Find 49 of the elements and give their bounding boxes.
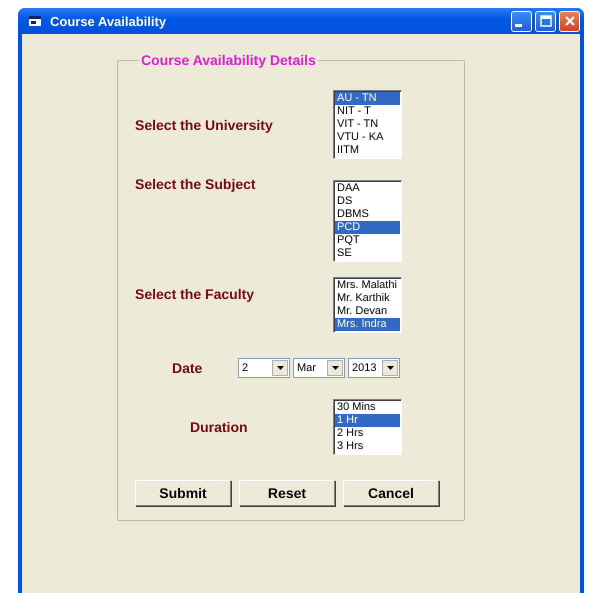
field-label: Select the Faculty (135, 286, 256, 302)
minimize-button[interactable] (511, 10, 532, 32)
list-item[interactable]: VTU - KA (335, 131, 400, 144)
field-label: Date (171, 360, 204, 376)
list-item[interactable]: Mr. Devan (335, 305, 400, 318)
list-item[interactable]: 30 Mins (335, 401, 400, 414)
dropdown-arrow-button[interactable] (382, 360, 398, 376)
list-item[interactable]: NIT - T (335, 105, 400, 118)
dropdown[interactable]: 2 (238, 358, 290, 378)
list-item[interactable]: IITM (335, 144, 400, 157)
caret-icon (386, 366, 394, 370)
list-item[interactable]: VIT - TN (335, 118, 400, 131)
list-box[interactable]: Mrs. Malathi Mr. Karthik Mr. Devan Mrs. Indra (333, 277, 402, 333)
field-label: Duration (189, 419, 249, 435)
dropdown[interactable]: Mar (293, 358, 345, 378)
maximize-button[interactable] (535, 10, 556, 32)
window-title: Course Availability (50, 14, 168, 28)
caret-icon (276, 366, 284, 370)
dropdown[interactable]: 2013 (348, 358, 400, 378)
list-item[interactable]: DS (335, 195, 400, 208)
group-title: Course Availability Details (140, 52, 317, 68)
caret-icon (332, 366, 338, 370)
list-item[interactable]: AU - TN (335, 92, 400, 105)
window-icon (28, 15, 42, 27)
maximize-icon (540, 15, 552, 27)
list-item[interactable]: Mr. Karthik (335, 292, 400, 305)
field-label: Select the Subject (135, 176, 257, 192)
list-box[interactable]: AU - TN NIT - T VIT - TN VTU - KA IITM (333, 90, 402, 159)
close-icon (564, 15, 576, 27)
close-button[interactable] (559, 10, 580, 32)
list-item[interactable]: DAA (335, 182, 400, 195)
field-label: Select the University (135, 116, 274, 132)
action-button[interactable]: Reset (239, 480, 335, 506)
action-button[interactable]: Submit (135, 480, 231, 506)
list-item[interactable]: Mrs. Indra (335, 318, 400, 331)
list-item[interactable]: 2 Hrs (335, 427, 400, 440)
action-button[interactable]: Cancel (343, 480, 439, 506)
dropdown-arrow-button[interactable] (327, 360, 343, 376)
list-box[interactable]: DAA DS DBMS PCD PQT SE (333, 180, 402, 262)
list-item[interactable]: SE (335, 247, 400, 260)
minimize-icon (515, 24, 522, 26)
list-item[interactable]: Mrs. Malathi (335, 279, 400, 292)
dropdown-arrow-button[interactable] (272, 360, 288, 376)
list-item[interactable]: 1 Hr (335, 414, 400, 427)
list-box[interactable]: 30 Mins 1 Hr 2 Hrs 3 Hrs (333, 399, 402, 455)
list-item[interactable]: PQT (335, 234, 400, 247)
list-item[interactable]: 3 Hrs (335, 440, 400, 453)
list-item[interactable]: PCD (335, 221, 400, 234)
list-item[interactable]: DBMS (335, 208, 400, 221)
